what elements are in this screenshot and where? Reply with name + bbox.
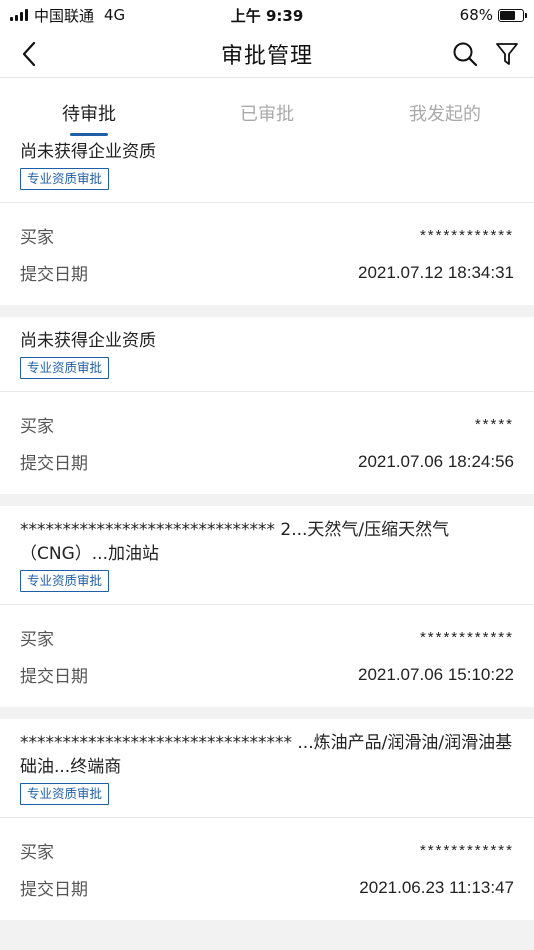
back-button[interactable] [14, 39, 44, 69]
date-label: 提交日期 [20, 880, 88, 900]
tab-bar: 待审批 已审批 我发起的 [0, 78, 534, 136]
chevron-left-icon [22, 41, 36, 67]
network-type: 4G [104, 6, 126, 24]
search-icon [453, 42, 478, 67]
buyer-label: 买家 [20, 417, 54, 437]
date-value: 2021.07.12 18:34:31 [358, 262, 514, 282]
date-value: 2021.07.06 18:24:56 [358, 451, 514, 471]
battery-percent: 68% [459, 6, 493, 24]
nav-bar: 审批管理 [0, 30, 534, 78]
signal-icon [10, 9, 28, 21]
approval-card[interactable]: ****************************** 2...天然气/压… [0, 506, 534, 707]
tab-approved[interactable]: 已审批 [178, 78, 356, 136]
page-title: 审批管理 [220, 43, 313, 69]
qualification-tag: 专业资质审批 [20, 168, 110, 190]
card-title: 尚未获得企业资质 [20, 331, 156, 351]
date-label: 提交日期 [20, 667, 88, 687]
buyer-value: ***** [474, 416, 514, 433]
approval-list[interactable]: 尚未获得企业资质 专业资质审批 买家 ************ 提交日期 202… [0, 136, 534, 950]
tab-pending[interactable]: 待审批 [0, 78, 178, 136]
date-value: 2021.06.23 11:13:47 [359, 877, 514, 897]
buyer-label: 买家 [20, 630, 54, 650]
filter-icon [496, 43, 518, 65]
status-bar: 中国联通 4G 上午 9:39 68% [0, 0, 534, 30]
buyer-value: ************ [419, 629, 514, 646]
tab-label: 待审批 [62, 104, 116, 125]
search-button[interactable] [450, 39, 480, 69]
qualification-tag: 专业资质审批 [20, 783, 110, 805]
card-title: ****************************** 2...天然气/压… [20, 520, 450, 564]
approval-card[interactable]: 尚未获得企业资质 专业资质审批 买家 ***** 提交日期 2021.07.06… [0, 317, 534, 494]
approval-card[interactable]: ******************************** ...炼油产品… [0, 719, 534, 920]
buyer-value: ************ [419, 227, 514, 244]
qualification-tag: 专业资质审批 [20, 570, 110, 592]
approval-card[interactable]: 尚未获得企业资质 专业资质审批 买家 ************ 提交日期 202… [0, 136, 534, 305]
carrier-name: 中国联通 [34, 6, 95, 25]
date-label: 提交日期 [20, 265, 88, 285]
tab-label: 已审批 [240, 104, 294, 125]
tab-label: 我发起的 [409, 104, 481, 125]
date-value: 2021.07.06 15:10:22 [358, 664, 514, 684]
filter-button[interactable] [492, 39, 522, 69]
date-label: 提交日期 [20, 454, 88, 474]
tab-initiated[interactable]: 我发起的 [356, 78, 534, 136]
card-title: ******************************** ...炼油产品… [20, 733, 513, 777]
qualification-tag: 专业资质审批 [20, 357, 110, 379]
buyer-label: 买家 [20, 228, 54, 248]
card-title: 尚未获得企业资质 [20, 142, 156, 162]
buyer-label: 买家 [20, 843, 54, 863]
buyer-value: ************ [419, 842, 514, 859]
battery-icon [498, 8, 527, 22]
